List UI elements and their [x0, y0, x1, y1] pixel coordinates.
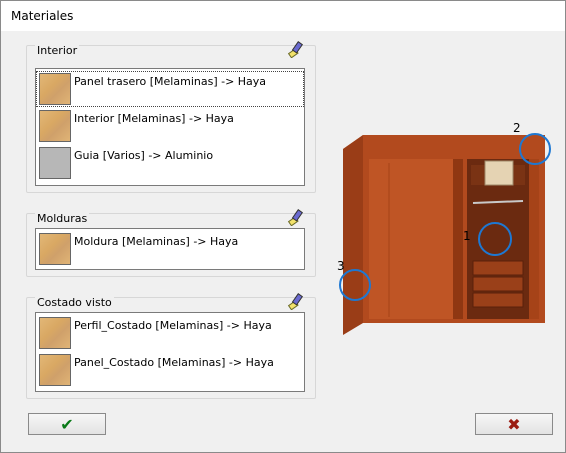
wood-swatch	[39, 73, 71, 105]
list-item[interactable]: Panel_Costado [Melaminas] -> Haya	[36, 352, 304, 388]
check-icon: ✔	[60, 415, 74, 434]
wardrobe-preview[interactable]	[333, 113, 563, 345]
wardrobe-side	[343, 135, 363, 335]
wood-swatch	[39, 233, 71, 265]
right-panel	[529, 159, 539, 319]
title-bar: Materiales	[1, 1, 565, 31]
drawer	[472, 276, 524, 292]
list-item-label: Moldura [Melaminas] -> Haya	[74, 235, 239, 248]
costado-visto-group-label: Costado visto	[35, 296, 114, 309]
list-item-label: Guia [Varios] -> Aluminio	[74, 149, 214, 162]
list-item[interactable]: Perfil_Costado [Melaminas] -> Haya	[36, 315, 304, 351]
window-title: Materiales	[11, 9, 74, 23]
wood-swatch	[39, 110, 71, 142]
wood-swatch	[39, 317, 71, 349]
molduras-group-label: Molduras	[35, 212, 90, 225]
paint-brush-icon[interactable]	[287, 208, 307, 226]
materials-dialog: Materiales Interior Panel trasero [Melam…	[0, 0, 566, 453]
drawer	[472, 292, 524, 308]
aluminium-swatch	[39, 147, 71, 179]
marker-label-3: 3	[337, 259, 345, 273]
list-item[interactable]: Panel trasero [Melaminas] -> Haya	[36, 71, 304, 107]
costado-visto-group: Costado visto Perfil_Costado [Melaminas]…	[26, 293, 316, 399]
interior-group-label: Interior	[35, 44, 80, 57]
list-item[interactable]: Guia [Varios] -> Aluminio	[36, 145, 304, 181]
list-item-label: Panel_Costado [Melaminas] -> Haya	[74, 356, 274, 369]
list-item-label: Panel trasero [Melaminas] -> Haya	[74, 75, 267, 88]
list-item-label: Perfil_Costado [Melaminas] -> Haya	[74, 319, 272, 332]
cancel-button[interactable]: ✖	[475, 413, 553, 435]
list-item[interactable]: Interior [Melaminas] -> Haya	[36, 108, 304, 144]
interior-box	[484, 160, 514, 186]
list-item-label: Interior [Melaminas] -> Haya	[74, 112, 234, 125]
list-item[interactable]: Moldura [Melaminas] -> Haya	[36, 231, 304, 267]
marker-label-1: 1	[463, 229, 471, 243]
interior-material-list[interactable]: Panel trasero [Melaminas] -> Haya Interi…	[35, 68, 305, 186]
interior-group: Interior Panel trasero [Melaminas] -> Ha…	[26, 41, 316, 193]
paint-brush-icon[interactable]	[287, 292, 307, 310]
drawer	[472, 260, 524, 276]
molduras-group: Molduras Moldura [Melaminas] -> Haya	[26, 209, 316, 277]
ok-button[interactable]: ✔	[28, 413, 106, 435]
wood-swatch	[39, 354, 71, 386]
paint-brush-icon[interactable]	[287, 40, 307, 58]
marker-label-2: 2	[513, 121, 521, 135]
door-edge	[453, 159, 463, 319]
wardrobe-door	[369, 159, 459, 319]
costado-material-list[interactable]: Perfil_Costado [Melaminas] -> Haya Panel…	[35, 312, 305, 392]
close-icon: ✖	[507, 415, 521, 434]
molduras-material-list[interactable]: Moldura [Melaminas] -> Haya	[35, 228, 305, 270]
